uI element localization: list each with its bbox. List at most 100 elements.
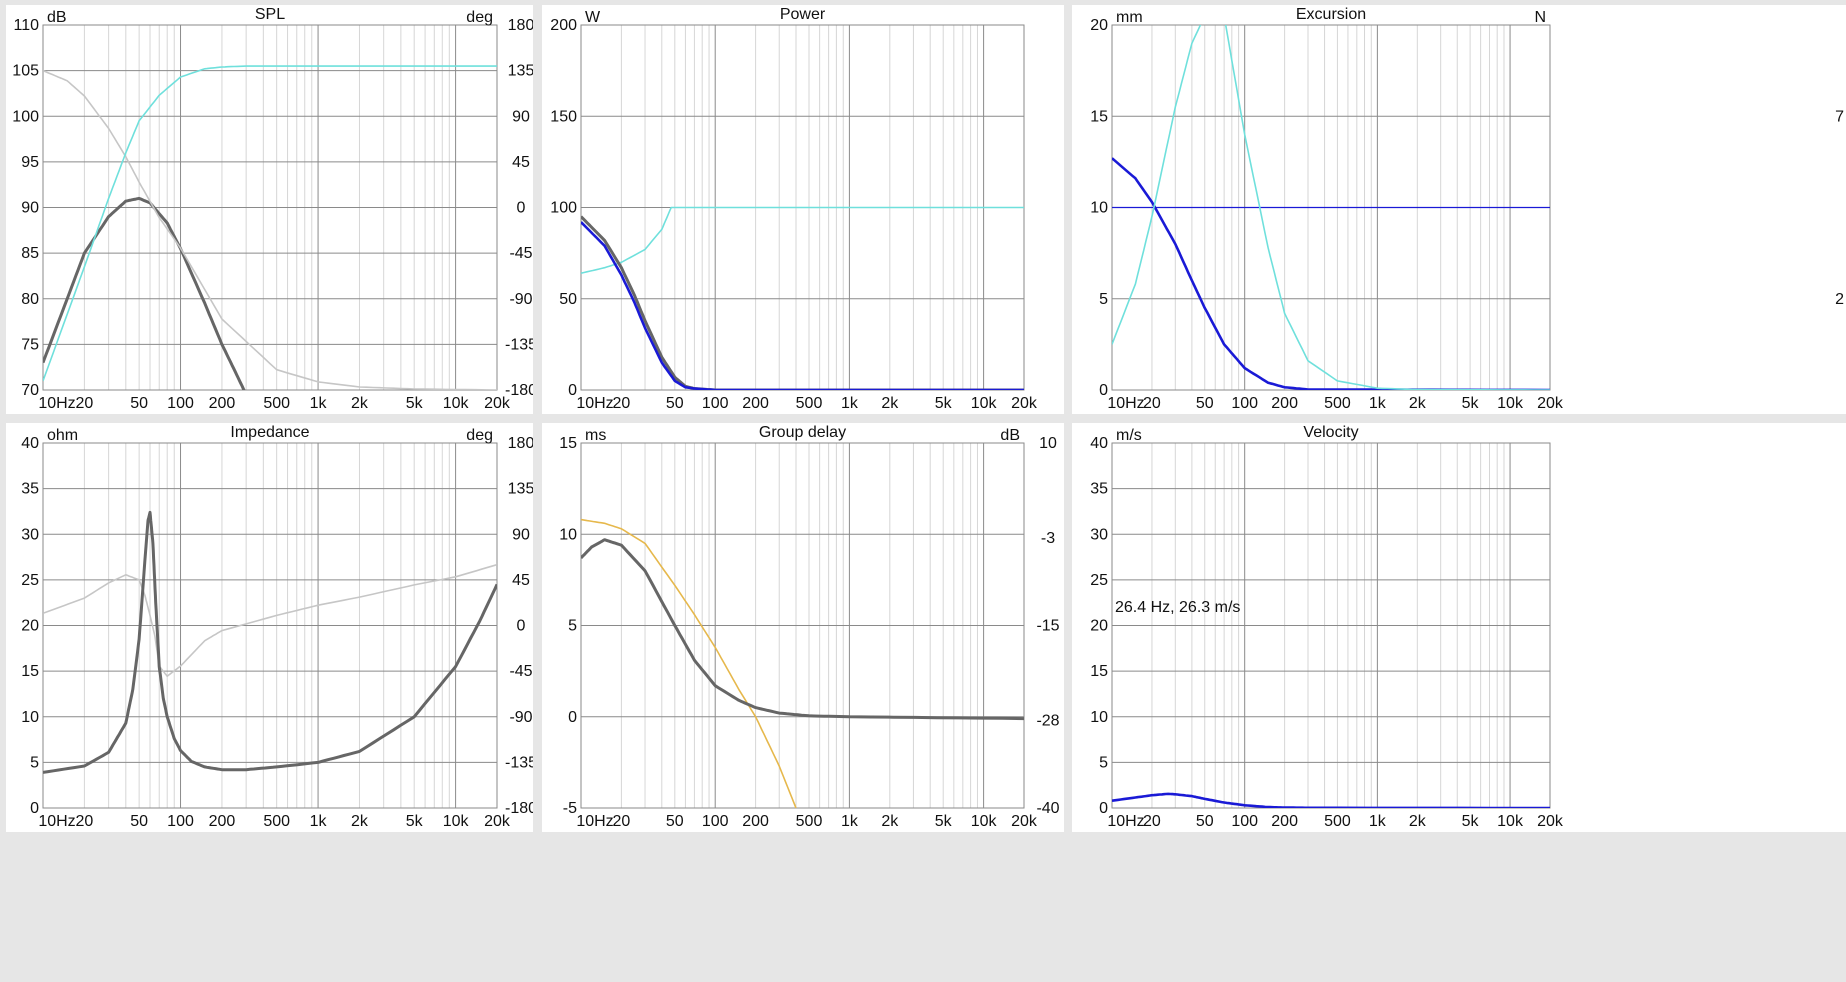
y-tick-label: 0 [568,382,577,399]
series-line-2 [1112,157,1550,390]
y-tick-label: 30 [1090,526,1108,543]
x-tick-label: 10Hz [38,395,75,412]
impedance-panel: 10Hz 20 50 100 200 500 1k 2k 5k 10k 20k 0 5 10 15 20 25 3… [6,423,533,832]
x-tick-label: 100 [702,813,729,830]
x-tick-label: 5k [935,395,953,412]
x-tick-label: 500 [796,395,823,412]
velocity-chart: 10Hz20 50 100 200 500 1k 2k 5k 10k 20k05101520253… [1090,424,1564,830]
x-tick-label: 10k [1497,395,1524,412]
major-gridlines [1112,442,1550,809]
y2-tick-label: 10 [1039,435,1057,452]
x-tick-label: 1k [1369,813,1387,830]
y2-tick-label: -135 [505,336,533,353]
major-gridlines [581,442,1024,809]
x-tick-label: 2k [1409,395,1427,412]
x-tick-label: 100 [702,395,729,412]
y2-tick-label: -3 [1041,530,1055,547]
x-tick-label: 50 [130,395,148,412]
y-tick-label: 85 [21,245,39,262]
y-tick-label: 35 [21,481,39,498]
x-tick-label: 500 [1324,813,1351,830]
excursion-panel: 10Hz 20 50 100 200 500 1k 2k 5k 10k 20k 0 5 10 15 20 7 2 E… [1072,5,1846,414]
x-tick-label: 500 [1324,395,1351,412]
y-tick-label: 0 [568,709,577,726]
y-tick-label: 100 [550,200,577,217]
y2-unit-label: deg [466,427,493,444]
y2-tick-label: 135 [508,63,533,80]
velocity-panel: 10Hz 20 50 100 200 500 1k 2k 5k 10k 20k 0 5 10 15 20 25 3… [1072,423,1846,832]
x-tick-label: 100 [167,813,194,830]
excursion-chart: 10Hz20 50 100 200 500 1k 2k 5k 10k 20k0510152072E… [1090,6,1844,412]
y-tick-label: 0 [30,800,39,817]
y2-tick-label: -28 [1036,712,1059,729]
y-unit-label: dB [47,9,67,26]
x-tick-label: 20 [612,813,630,830]
y2-tick-label: 180 [508,435,533,452]
major-gridlines [43,24,497,391]
x-tick-label: 10k [971,813,998,830]
y2-tick-label: -90 [509,709,532,726]
major-gridlines [43,442,497,809]
y-tick-label: 70 [21,382,39,399]
series-line-1 [581,518,797,808]
y-tick-label: 10 [1090,709,1108,726]
x-tick-label: 2k [351,395,369,412]
x-tick-label: 10k [443,395,470,412]
x-tick-label: 5k [406,395,424,412]
x-tick-label: 20 [76,813,94,830]
y2-tick-label: 135 [508,481,533,498]
y2-tick-label: -40 [1036,800,1059,817]
x-tick-label: 10Hz [576,813,613,830]
y-tick-label: 15 [559,435,577,452]
x-tick-label: 200 [742,813,769,830]
x-tick-label: 50 [666,813,684,830]
y2-tick-label: 45 [512,572,530,589]
series-line-2 [43,510,497,774]
group-delay-panel: 10Hz 20 50 100 200 500 1k 2k 5k 10k 20k -5 0 5 10 15 -40… [542,423,1064,832]
x-tick-label: 200 [1271,395,1298,412]
y-tick-label: 25 [21,572,39,589]
x-tick-label: 20 [76,395,94,412]
y-unit-label: m/s [1116,427,1142,444]
x-tick-label: 2k [1409,813,1427,830]
series-line-1 [1112,792,1550,808]
spl-chart: 10Hz 20 50 100 200 500 1k 2k 5k 10k 20k70758085909… [12,6,533,412]
x-tick-label: 100 [1231,813,1258,830]
x-tick-label: 20 [612,395,630,412]
y-tick-label: 40 [1090,435,1108,452]
y-tick-label: 10 [1090,200,1108,217]
y-tick-label: 5 [568,618,577,635]
y-tick-label: 20 [21,618,39,635]
y-tick-label: 5 [1099,754,1108,771]
y-unit-label: W [585,9,601,26]
y-tick-label: 30 [21,526,39,543]
x-tick-label: 20k [1011,813,1038,830]
y-tick-label: 15 [1090,108,1108,125]
x-tick-label: 200 [209,395,236,412]
y-tick-label: 50 [559,291,577,308]
y-tick-label: 20 [1090,618,1108,635]
y-tick-label: 200 [550,17,577,34]
cursor-readout: 26.4 Hz, 26.3 m/s [1115,599,1240,616]
y-tick-label: 25 [1090,572,1108,589]
y-tick-label: 95 [21,154,39,171]
y-tick-label: 80 [21,291,39,308]
graph-grid: 10Hz 20 50 100 200 500 1k 2k 5k 10k 20k 70 75 80 85 90 9… [0,0,1846,982]
x-tick-label: 100 [167,395,194,412]
y2-tick-label: -45 [509,245,532,262]
y-tick-label: 15 [1090,663,1108,680]
series-line-2 [581,538,1024,721]
x-tick-label: 5k [935,813,953,830]
x-tick-label: 200 [742,395,769,412]
y-tick-label: 150 [550,108,577,125]
x-tick-label: 50 [1196,813,1214,830]
x-tick-label: 50 [666,395,684,412]
power-panel: 10Hz 20 50 100 200 500 1k 2k 5k 10k 20k 0 50 100 150 20… [542,5,1064,414]
y2-tick-label: 180 [508,17,533,34]
y2-tick-label: 90 [512,108,530,125]
x-tick-label: 200 [209,813,236,830]
chart-title: SPL [255,6,285,23]
y2-tick-label: -180 [505,382,533,399]
x-tick-label: 5k [1462,813,1480,830]
group-delay-chart: 10Hz20 50 100 200 500 1k 2k 5k 10k 20k -5 0 5 10 15 -40… [559,424,1059,830]
